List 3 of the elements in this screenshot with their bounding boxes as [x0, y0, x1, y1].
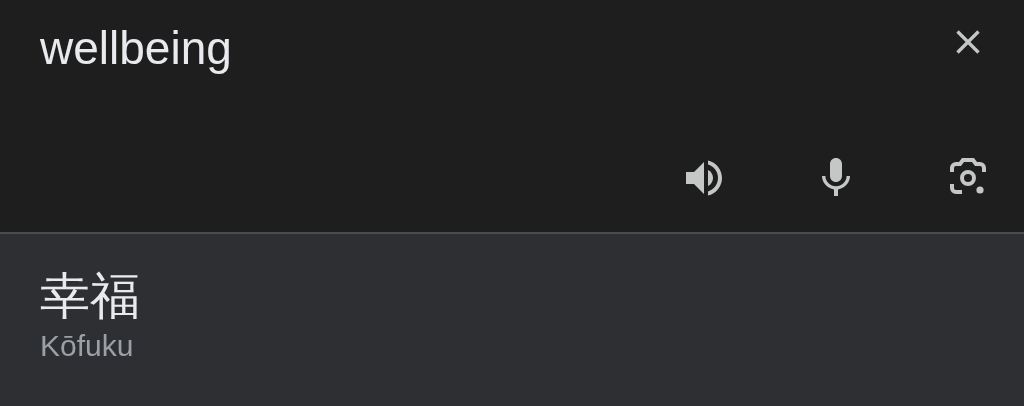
- translation-text: 幸福: [40, 266, 140, 327]
- romanization-text: Kōfuku: [40, 328, 134, 364]
- input-field[interactable]: wellbeing: [40, 18, 232, 78]
